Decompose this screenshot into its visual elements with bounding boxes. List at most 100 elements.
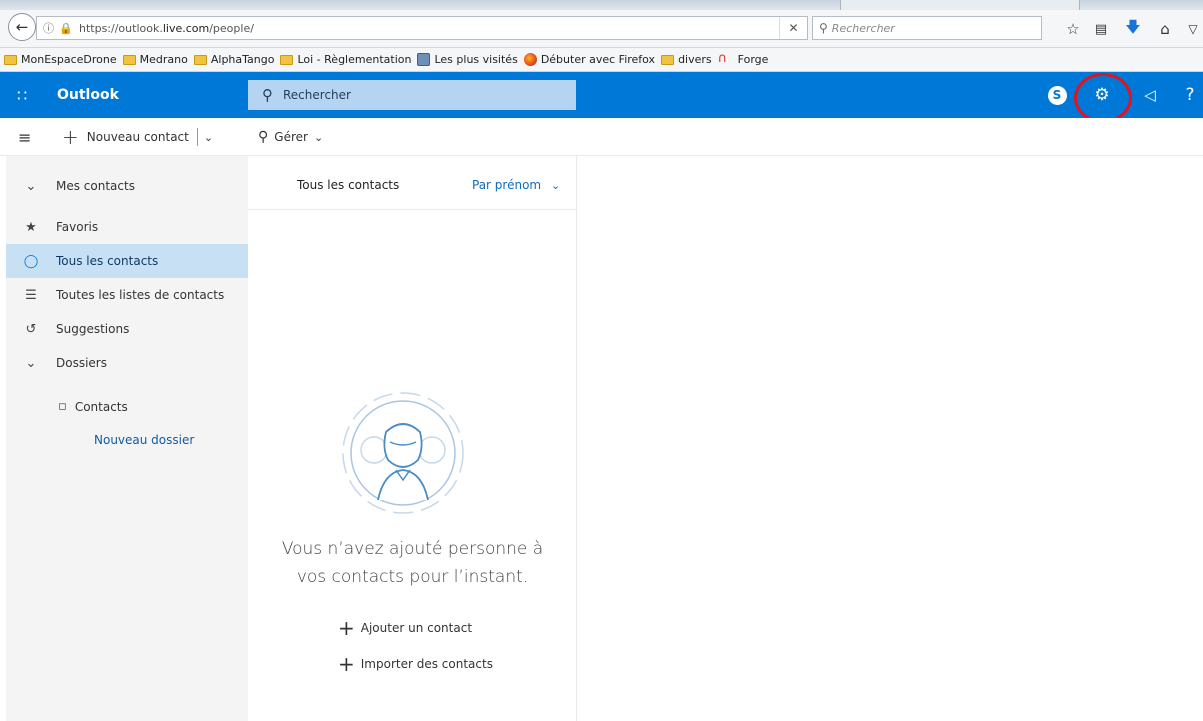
command-bar: ≡ + Nouveau contact ⌄ ⚲ Gérer ⌄ xyxy=(0,118,1203,156)
empty-line-2: vos contacts pour l’instant. xyxy=(296,567,529,587)
most-visited-icon xyxy=(417,53,431,66)
lock-icon[interactable]: 🔒 xyxy=(59,22,73,35)
home-icon[interactable]: ⌂ xyxy=(1154,18,1176,40)
skype-icon: S xyxy=(1047,85,1067,105)
bookmark-label: divers xyxy=(678,53,712,66)
bookmark-label: Loi - Règlementation xyxy=(297,53,412,66)
left-navigation: ⌄ Mes contacts ★ Favoris ◯ Tous les cont… xyxy=(0,156,248,721)
nav-suggestions[interactable]: ↺ Suggestions xyxy=(6,312,248,346)
browser-search-input[interactable]: ⚲ Rechercher xyxy=(812,16,1042,40)
search-input[interactable]: ⚲ Rechercher xyxy=(248,80,576,110)
new-contact-label: Nouveau contact xyxy=(86,130,189,144)
nav-label: Tous les contacts xyxy=(56,254,159,268)
url-path: /people/ xyxy=(209,21,254,35)
plus-icon: + xyxy=(338,616,355,640)
info-icon[interactable]: ⓘ xyxy=(43,20,59,36)
url-text[interactable]: https://outlook.live.com/people/ xyxy=(79,22,254,35)
sort-dropdown[interactable]: Par prénom ⌄ xyxy=(472,178,560,192)
bookmark-item[interactable]: Les plus visités xyxy=(417,53,518,66)
bookmark-label: Les plus visités xyxy=(434,53,518,66)
nav-folders[interactable]: ⌄ Dossiers xyxy=(6,346,248,380)
nav-all-contacts[interactable]: ◯ Tous les contacts xyxy=(6,244,248,278)
bookmark-label: Forge xyxy=(737,53,769,66)
import-contacts-label: Importer des contacts xyxy=(360,657,493,671)
nav-label: Contacts xyxy=(74,399,128,414)
bookmark-label: AlphaTango xyxy=(210,53,275,66)
folder-icon xyxy=(280,54,294,65)
bookmark-item[interactable]: Débuter avec Firefox xyxy=(523,53,656,66)
add-contact-label: Ajouter un contact xyxy=(360,621,473,635)
new-folder-link[interactable]: Nouveau dossier xyxy=(94,433,194,447)
nav-label: Dossiers xyxy=(56,356,107,370)
nav-label: Suggestions xyxy=(56,322,130,336)
browser-tab[interactable] xyxy=(840,0,1080,10)
bookmark-item[interactable]: MonEspaceDrone xyxy=(4,53,117,66)
list-header: Tous les contacts Par prénom ⌄ xyxy=(248,156,577,210)
empty-contacts-illustration-icon xyxy=(342,392,464,514)
manage-button[interactable]: ⚲ Gérer ⌄ xyxy=(258,118,323,156)
bookmark-item[interactable]: divers xyxy=(661,53,712,66)
bookmark-star-icon[interactable]: ☆ xyxy=(1062,18,1084,40)
list-title: Tous les contacts xyxy=(297,178,400,192)
nav-my-contacts[interactable]: ⌄ Mes contacts xyxy=(6,169,248,203)
bookmark-item[interactable]: ∩ Forge xyxy=(717,51,769,66)
nav-favorites[interactable]: ★ Favoris xyxy=(6,210,248,244)
download-icon[interactable]: 🡇 xyxy=(1122,18,1144,40)
folder-icon xyxy=(4,54,17,65)
bookmark-item[interactable]: Medrano xyxy=(122,53,188,66)
nav-label: Toutes les listes de contacts xyxy=(56,288,225,302)
hamburger-menu-icon[interactable]: ≡ xyxy=(18,118,31,156)
manage-people-icon: ⚲ xyxy=(258,129,269,145)
import-contacts-button[interactable]: + Importer des contacts xyxy=(338,652,493,676)
bookmark-label: MonEspaceDrone xyxy=(21,53,117,66)
bookmark-label: Débuter avec Firefox xyxy=(540,53,656,66)
app-launcher-icon[interactable]: ∷ xyxy=(17,86,27,105)
nav-folder-contacts[interactable]: ▫ Contacts xyxy=(58,399,128,414)
url-domain: live.com xyxy=(162,21,210,35)
folder-icon xyxy=(193,54,207,65)
app-brand[interactable]: Outlook xyxy=(57,87,119,103)
new-contact-button[interactable]: + Nouveau contact ⌄ xyxy=(62,118,213,156)
manage-label: Gérer xyxy=(274,130,308,144)
empty-state-message: Vous n’avez ajouté personne à vos contac… xyxy=(248,535,577,591)
star-icon: ★ xyxy=(25,219,37,235)
search-placeholder: Rechercher xyxy=(283,88,351,102)
nav-label: Favoris xyxy=(56,220,99,234)
annotation-circle xyxy=(1074,73,1132,123)
chevron-down-icon: ⌄ xyxy=(550,179,561,192)
contact-card-icon: ▫ xyxy=(58,399,67,414)
url-prefix: https://outlook. xyxy=(79,21,163,35)
back-arrow-icon[interactable]: ← xyxy=(8,13,36,41)
skype-button[interactable]: S xyxy=(1045,82,1069,108)
bookmark-item[interactable]: Loi - Règlementation xyxy=(280,53,411,66)
bookmarks-library-icon[interactable]: ▤ xyxy=(1090,18,1112,40)
chevron-down-icon[interactable]: ⌄ xyxy=(204,131,213,144)
clear-url-icon[interactable]: ✕ xyxy=(779,17,807,39)
browser-search-placeholder: Rechercher xyxy=(831,21,895,35)
reading-pane xyxy=(577,156,1203,721)
bookmark-item[interactable]: AlphaTango xyxy=(193,53,275,66)
search-icon: ⚲ xyxy=(819,21,828,35)
help-icon[interactable]: ? xyxy=(1180,82,1200,108)
folder-icon xyxy=(122,54,136,65)
pocket-icon[interactable]: ▽ xyxy=(1182,18,1203,40)
empty-line-1: Vous n’avez ajouté personne à xyxy=(281,539,544,559)
contact-list-pane: Tous les contacts Par prénom ⌄ Vous n’av… xyxy=(248,156,577,721)
nav-all-contact-lists[interactable]: ☰ Toutes les listes de contacts xyxy=(6,278,248,312)
megaphone-icon[interactable]: ◁ xyxy=(1138,82,1162,108)
nav-label: Mes contacts xyxy=(56,179,135,193)
firefox-icon xyxy=(523,53,537,66)
search-icon: ⚲ xyxy=(262,86,273,104)
browser-navbar: ← ⓘ 🔒 https://outlook.live.com/people/ ✕… xyxy=(0,10,1203,48)
divider xyxy=(196,128,198,146)
plus-icon: + xyxy=(62,125,79,149)
plus-icon: + xyxy=(338,652,355,676)
forge-icon: ∩ xyxy=(717,51,728,66)
browser-tab-strip xyxy=(0,0,1203,10)
bookmark-label: Medrano xyxy=(139,53,188,66)
add-contact-button[interactable]: + Ajouter un contact xyxy=(338,616,472,640)
url-bar[interactable]: ⓘ 🔒 https://outlook.live.com/people/ ✕ xyxy=(36,16,808,40)
sort-label: Par prénom xyxy=(472,178,542,192)
bookmarks-bar: MonEspaceDrone Medrano AlphaTango Loi - … xyxy=(0,48,1203,72)
outlook-header: ∷ Outlook ⚲ Rechercher S ⚙ ◁ ? xyxy=(0,72,1203,118)
